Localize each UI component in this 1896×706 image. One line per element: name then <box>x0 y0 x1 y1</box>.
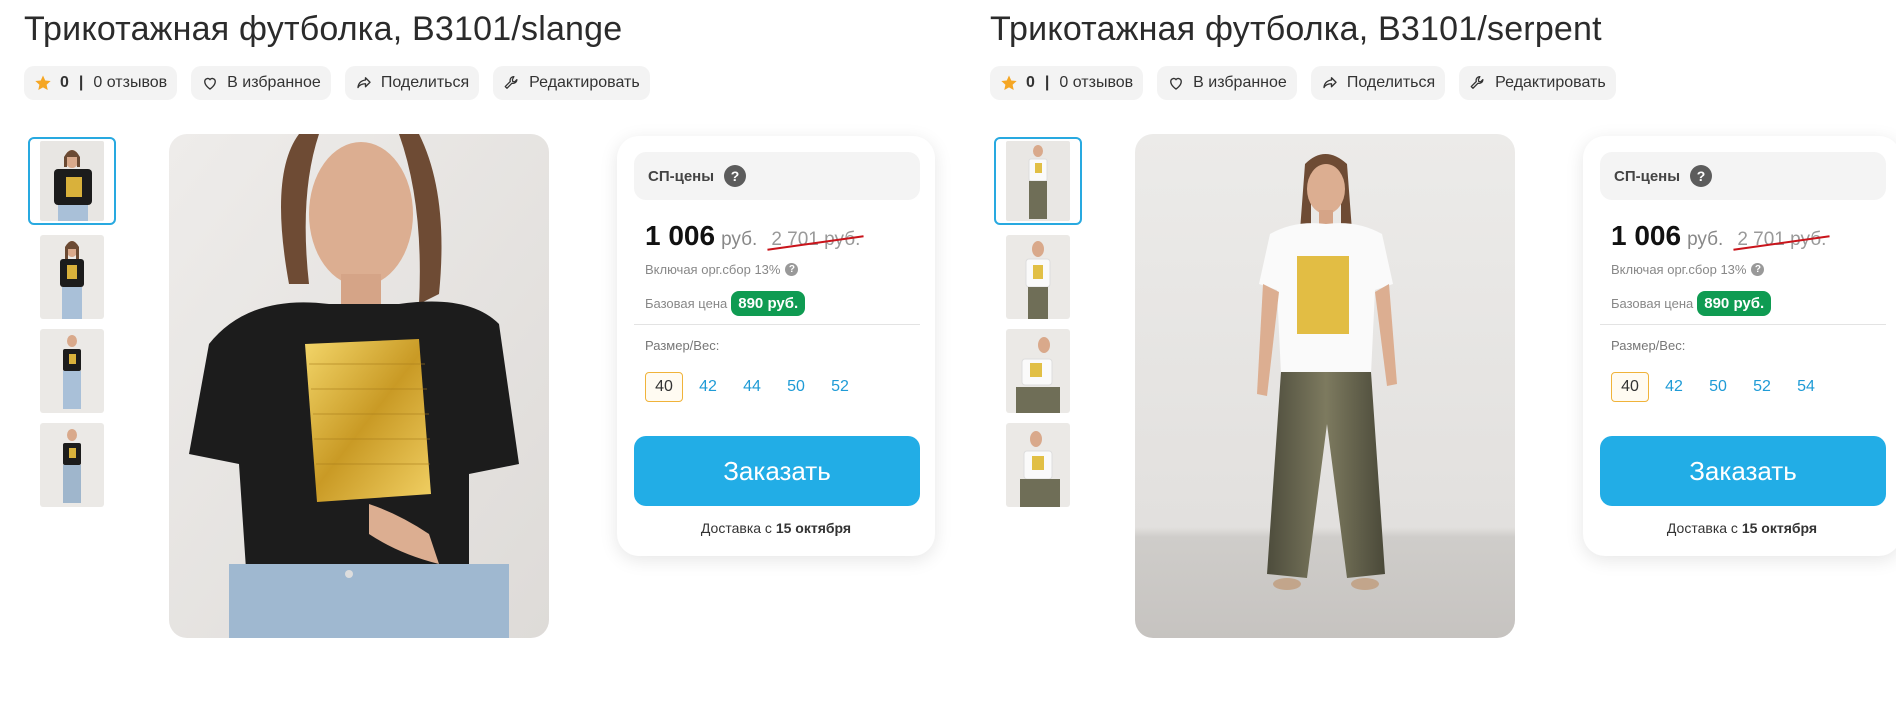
price-row: 1 006 руб. 2 701 руб. <box>1611 220 1826 252</box>
thumbnail-4[interactable] <box>1006 423 1070 507</box>
favorite-label: В избранное <box>227 74 321 91</box>
product-actions: 0 | 0 отзывов В избранное Поделиться Ред… <box>990 66 1616 100</box>
star-icon <box>34 74 52 92</box>
size-option[interactable]: 50 <box>1699 372 1737 402</box>
rating-reviews-button[interactable]: 0 | 0 отзывов <box>24 66 178 100</box>
old-price: 2 701 руб. <box>771 229 861 250</box>
question-icon[interactable]: ? <box>785 263 799 276</box>
size-option[interactable]: 42 <box>689 372 727 402</box>
wrench-icon <box>1469 74 1487 92</box>
share-label: Поделиться <box>1346 74 1436 91</box>
thumbnail-2[interactable] <box>1006 235 1070 319</box>
thumbnail-1[interactable] <box>28 137 116 225</box>
base-price-badge: 890 руб. <box>1697 291 1772 316</box>
reviews-count: 0 отзывов <box>93 74 168 91</box>
size-label: Размер/Вес: <box>645 338 720 353</box>
base-price-row: Базовая цена 890 руб. <box>1611 291 1772 316</box>
favorite-label: В избранное <box>1193 74 1287 91</box>
size-option[interactable]: 50 <box>777 372 815 402</box>
reviews-count: 0 отзывов <box>1059 74 1134 91</box>
current-price: 1 006 <box>1611 220 1682 251</box>
product-title: Трикотажная футболка, B3101/slange <box>24 10 623 48</box>
edit-button[interactable]: Редактировать <box>1459 66 1616 100</box>
question-icon[interactable]: ? <box>1751 263 1765 276</box>
size-options: 40 42 44 50 52 <box>645 372 859 402</box>
fee-note: Включая орг.сбор 13% ? <box>1611 262 1765 277</box>
rating-reviews-button[interactable]: 0 | 0 отзывов <box>990 66 1144 100</box>
favorite-button[interactable]: В избранное <box>191 66 331 100</box>
share-button[interactable]: Поделиться <box>1310 66 1446 100</box>
divider <box>1600 324 1886 325</box>
delivery-prefix: Доставка с <box>1666 520 1738 536</box>
delivery-info: Доставка с 15 октября <box>1583 520 1896 536</box>
delivery-prefix: Доставка с <box>700 520 772 536</box>
heart-icon <box>1167 74 1185 92</box>
divider <box>634 324 920 325</box>
price-panel: СП-цены ? 1 006 руб. 2 701 руб. Включая … <box>617 136 935 556</box>
product-actions: 0 | 0 отзывов В избранное Поделиться Ред… <box>24 66 650 100</box>
delivery-date: 15 октября <box>775 520 852 536</box>
heart-icon <box>201 74 219 92</box>
sp-prices-label: СП-цены <box>1614 167 1681 185</box>
thumbnail-list <box>28 137 116 517</box>
fee-note-text: Включая орг.сбор 13% <box>1611 262 1747 277</box>
delivery-date: 15 октября <box>1741 520 1818 536</box>
size-option[interactable]: 40 <box>645 372 683 402</box>
question-icon[interactable]: ? <box>1690 165 1713 187</box>
delivery-info: Доставка с 15 октября <box>617 520 935 536</box>
base-price-label: Базовая цена <box>1611 296 1694 311</box>
thumbnail-3[interactable] <box>40 329 104 413</box>
size-label: Размер/Вес: <box>1611 338 1686 353</box>
thumbnail-2[interactable] <box>40 235 104 319</box>
price-row: 1 006 руб. 2 701 руб. <box>645 220 860 252</box>
sp-prices-box[interactable]: СП-цены ? <box>1600 152 1886 200</box>
thumbnail-list <box>994 137 1082 517</box>
edit-label: Редактировать <box>1495 74 1606 91</box>
sp-prices-box[interactable]: СП-цены ? <box>634 152 920 200</box>
rating-value: 0 <box>60 74 69 91</box>
base-price-badge: 890 руб. <box>731 291 806 316</box>
product-card-slange: Трикотажная футболка, B3101/slange 0 | 0… <box>0 0 940 706</box>
order-button[interactable]: Заказать <box>1600 436 1886 506</box>
share-button[interactable]: Поделиться <box>344 66 480 100</box>
rating-separator: | <box>78 74 84 91</box>
current-price: 1 006 <box>645 220 716 251</box>
base-price-label: Базовая цена <box>645 296 728 311</box>
size-options: 40 42 50 52 54 <box>1611 372 1825 402</box>
order-button[interactable]: Заказать <box>634 436 920 506</box>
edit-label: Редактировать <box>529 74 640 91</box>
rating-value: 0 <box>1026 74 1035 91</box>
main-product-photo[interactable] <box>1135 134 1515 638</box>
thumbnail-4[interactable] <box>40 423 104 507</box>
fee-note: Включая орг.сбор 13% ? <box>645 262 799 277</box>
currency: руб. <box>1687 229 1724 250</box>
product-title: Трикотажная футболка, B3101/serpent <box>990 10 1602 48</box>
share-icon <box>355 74 373 92</box>
star-icon <box>1000 74 1018 92</box>
product-card-serpent: Трикотажная футболка, B3101/serpent 0 | … <box>966 0 1896 706</box>
size-option[interactable]: 40 <box>1611 372 1649 402</box>
wrench-icon <box>503 74 521 92</box>
size-option[interactable]: 54 <box>1787 372 1825 402</box>
favorite-button[interactable]: В избранное <box>1157 66 1297 100</box>
share-label: Поделиться <box>380 74 470 91</box>
rating-separator: | <box>1044 74 1050 91</box>
question-icon[interactable]: ? <box>724 165 747 187</box>
main-product-photo[interactable] <box>169 134 549 638</box>
sp-prices-label: СП-цены <box>648 167 715 185</box>
base-price-row: Базовая цена 890 руб. <box>645 291 806 316</box>
thumbnail-1[interactable] <box>994 137 1082 225</box>
currency: руб. <box>721 229 758 250</box>
old-price: 2 701 руб. <box>1737 229 1827 250</box>
size-option[interactable]: 44 <box>733 372 771 402</box>
size-option[interactable]: 52 <box>821 372 859 402</box>
price-panel: СП-цены ? 1 006 руб. 2 701 руб. Включая … <box>1583 136 1896 556</box>
size-option[interactable]: 52 <box>1743 372 1781 402</box>
fee-note-text: Включая орг.сбор 13% <box>645 262 781 277</box>
size-option[interactable]: 42 <box>1655 372 1693 402</box>
thumbnail-3[interactable] <box>1006 329 1070 413</box>
share-icon <box>1321 74 1339 92</box>
edit-button[interactable]: Редактировать <box>493 66 650 100</box>
